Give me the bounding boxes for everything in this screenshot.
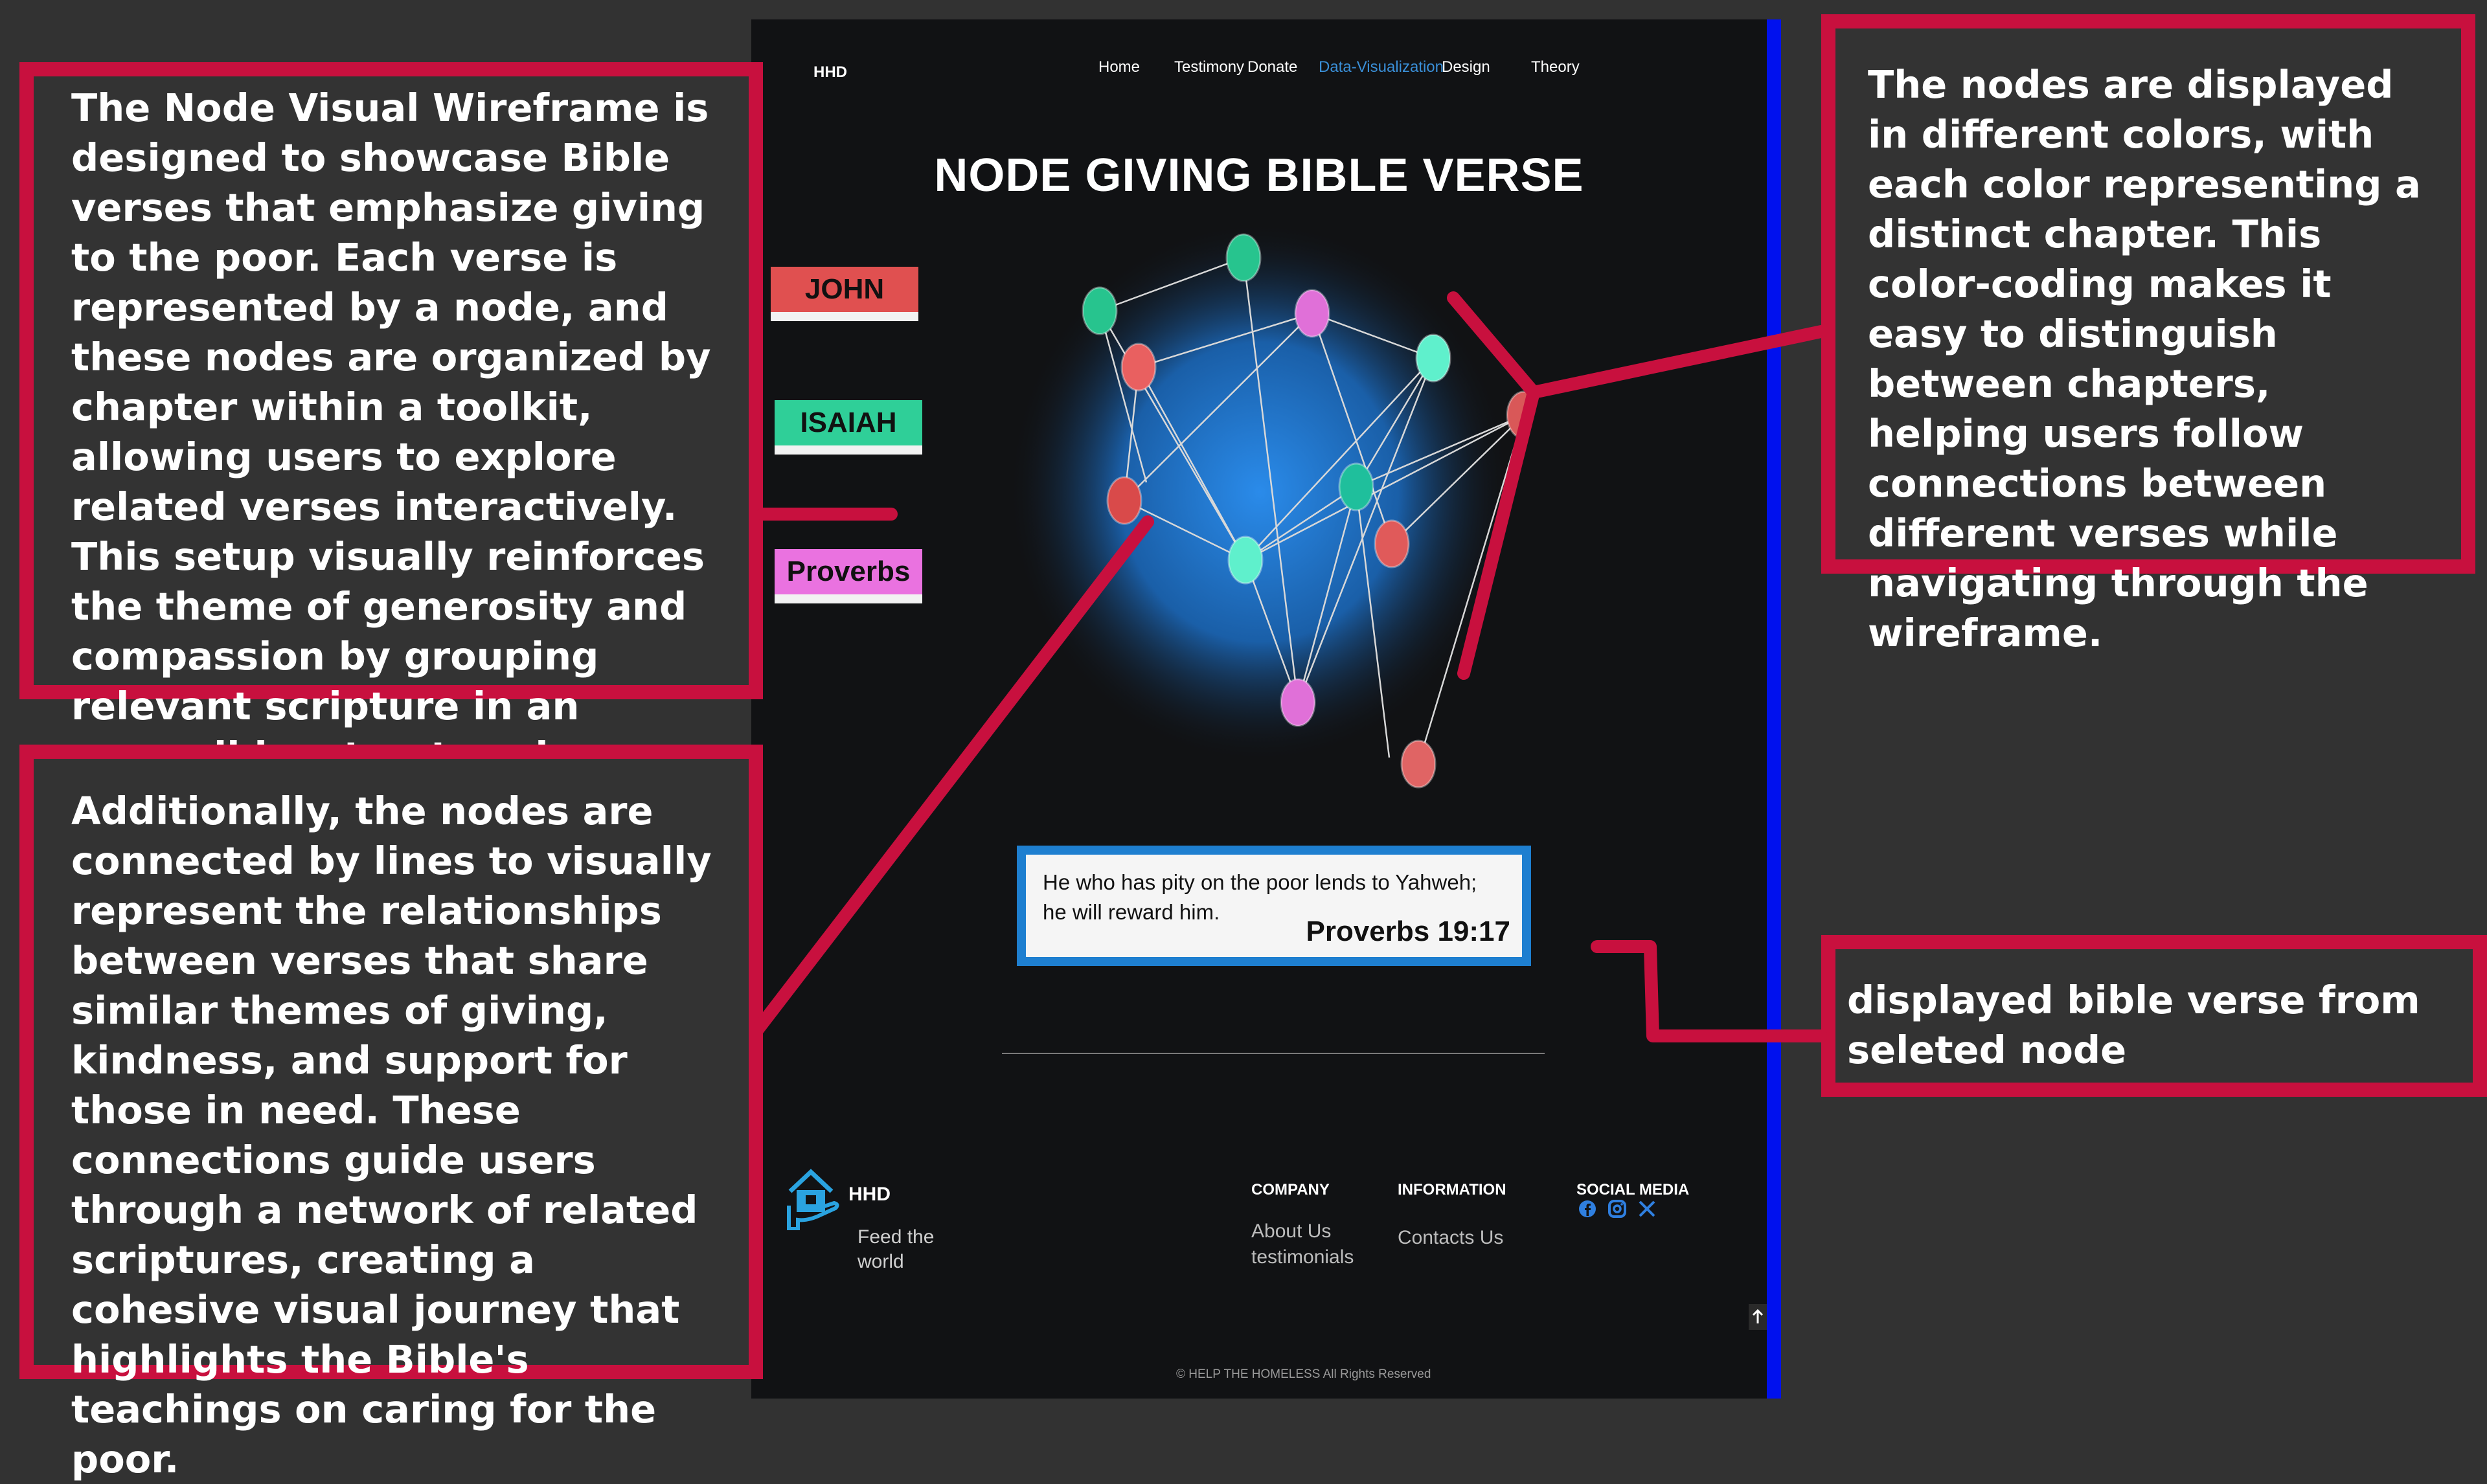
annotation-connectors: [751, 291, 1828, 1042]
